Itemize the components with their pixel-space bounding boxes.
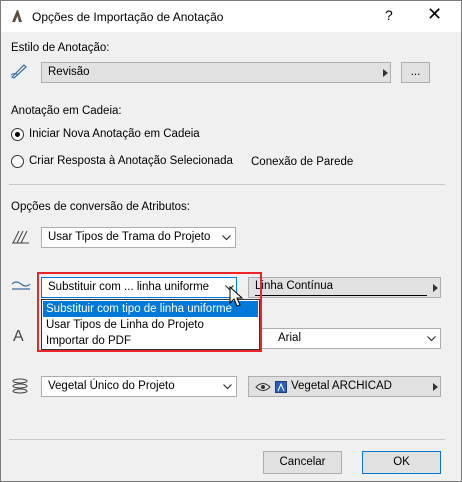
fill-type-value: Usar Tipos de Trama do Projeto bbox=[48, 231, 211, 243]
annotation-style-label: Estilo de Anotação: bbox=[11, 42, 110, 54]
surface-value: Vegetal Único do Projeto bbox=[48, 380, 175, 392]
browse-style-button[interactable]: ... bbox=[401, 62, 430, 83]
material-swatch-icon bbox=[275, 381, 287, 393]
font-icon: A bbox=[13, 328, 24, 345]
separator bbox=[9, 184, 445, 185]
fill-type-select[interactable]: Usar Tipos de Trama do Projeto bbox=[41, 227, 236, 248]
fill-icon bbox=[12, 230, 29, 244]
annotation-pen-icon bbox=[10, 64, 27, 79]
cancel-button[interactable]: Cancelar bbox=[263, 451, 342, 474]
radio-new-chain-label: Iniciar Nova Anotação em Cadeia bbox=[29, 128, 200, 140]
chevron-down-icon bbox=[222, 235, 231, 241]
mouse-cursor-icon bbox=[229, 286, 244, 307]
annotation-style-value: Revisão bbox=[48, 66, 90, 78]
eye-icon bbox=[255, 383, 271, 391]
radio-reply[interactable] bbox=[11, 155, 24, 168]
dialog-title: Opções de Importação de Anotação bbox=[32, 10, 224, 24]
chevron-down-icon bbox=[427, 336, 436, 342]
attributes-label: Opções de conversão de Atributos: bbox=[11, 201, 190, 213]
arrow-right-icon bbox=[383, 69, 388, 77]
surface-material-select[interactable]: Vegetal ARCHICAD bbox=[248, 376, 441, 397]
arrow-right-icon bbox=[433, 284, 438, 292]
title-bar: Opções de Importação de Anotação ? ✕ bbox=[1, 1, 461, 32]
ok-button[interactable]: OK bbox=[362, 451, 441, 474]
archicad-app-icon bbox=[12, 10, 22, 22]
font-select[interactable]: Arial bbox=[248, 328, 441, 349]
surface-icon bbox=[12, 378, 28, 394]
close-button[interactable]: ✕ bbox=[427, 4, 442, 25]
annotation-style-select[interactable]: Revisão bbox=[41, 62, 391, 83]
import-annotation-dialog: Opções de Importação de Anotação ? ✕ Est… bbox=[0, 0, 462, 482]
chain-label: Anotação em Cadeia: bbox=[11, 105, 122, 117]
line-style-select[interactable]: Linha Contínua bbox=[248, 277, 441, 298]
radio-new-chain[interactable] bbox=[11, 128, 24, 141]
solid-line-preview bbox=[255, 295, 427, 296]
radio-reply-label: Criar Resposta à Anotação Selecionada bbox=[29, 155, 233, 167]
line-style-value: Linha Contínua bbox=[255, 280, 334, 292]
chevron-down-icon bbox=[223, 384, 232, 390]
line-type-icon bbox=[11, 281, 31, 290]
surface-material-value: Vegetal ARCHICAD bbox=[291, 380, 392, 392]
font-value: Arial bbox=[278, 332, 302, 344]
surface-select[interactable]: Vegetal Único do Projeto bbox=[41, 376, 237, 397]
separator bbox=[9, 439, 445, 440]
highlight-frame bbox=[37, 272, 262, 352]
arrow-right-icon bbox=[433, 383, 438, 391]
help-button[interactable]: ? bbox=[385, 7, 393, 23]
wall-connection-label: Conexão de Parede bbox=[251, 156, 354, 168]
